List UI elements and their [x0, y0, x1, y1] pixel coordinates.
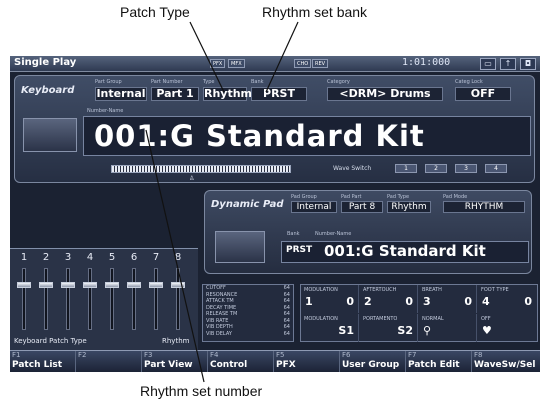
param-row[interactable]: VIB DELAY 64: [203, 331, 293, 338]
camera-icon[interactable]: ◘: [520, 58, 536, 70]
window-icon[interactable]: ▭: [480, 58, 496, 70]
keyboard-range-bar: [111, 165, 291, 173]
pad-mode-label: Pad Mode: [443, 194, 468, 200]
mixer-footer-value: Rhythm: [162, 337, 190, 345]
category-label: Category: [327, 79, 350, 85]
mfx-indicator: MFX: [228, 59, 245, 68]
pad-group-label: Pad Group: [291, 194, 317, 200]
f3-part-view-button[interactable]: F3 Part View: [142, 351, 208, 372]
bird-icon: ♥: [482, 324, 492, 337]
wave-switch-3[interactable]: 3: [455, 164, 477, 173]
pad-graphic-icon: [215, 231, 265, 263]
pad-group-field[interactable]: Internal: [291, 201, 337, 213]
pad-number-name-label: Number-Name: [315, 231, 352, 237]
rhythm-set-number: 001:G Standard Kit: [94, 119, 425, 153]
cho-indicator: CHO: [294, 59, 312, 68]
keyboard-marker-icon: ♙: [189, 175, 195, 182]
modulation-cell[interactable]: MODULATION 1 0: [301, 285, 359, 313]
keyboard-panel: Keyboard Part Group Internal Part Number…: [14, 75, 535, 183]
patch-number-name-label: Number-Name: [87, 108, 124, 114]
pad-part-field[interactable]: Part 8: [341, 201, 383, 213]
rev-indicator: REV: [312, 59, 329, 68]
callout-rhythm-number: Rhythm set number: [140, 383, 263, 399]
part-number-label: Part Number: [151, 79, 183, 85]
screen-title: Single Play: [14, 57, 77, 68]
rhythm-bank-field[interactable]: PRST: [251, 87, 307, 101]
modulation-switch-cell[interactable]: MODULATION S1: [301, 314, 359, 342]
song-position: 1:01:000: [402, 57, 451, 68]
mixer-channel[interactable]: 2: [36, 252, 56, 336]
up-arrow-icon[interactable]: ↑: [500, 58, 516, 70]
patch-name-field[interactable]: 001:G Standard Kit: [83, 116, 531, 156]
callout-patch-type: Patch Type: [120, 4, 190, 20]
wave-switch-4[interactable]: 4: [485, 164, 507, 173]
f4-control-button[interactable]: F4 Control: [208, 351, 274, 372]
keyboard-tag: Keyboard: [21, 85, 75, 96]
pad-type-label: Pad Type: [387, 194, 410, 200]
mixer-channel[interactable]: 5: [102, 252, 122, 336]
pfx-indicator: PFX: [210, 59, 226, 68]
wave-switch-1[interactable]: 1: [395, 164, 417, 173]
f1-patch-list-button[interactable]: F1 Patch List: [10, 351, 76, 372]
function-key-bar: F1 Patch List F2 F3 Part View F4 Control F5…: [10, 350, 540, 372]
categ-lock-label: Categ Lock: [455, 79, 483, 85]
mixer-channel[interactable]: 1: [14, 252, 34, 336]
patch-type-field[interactable]: Rhythm: [203, 87, 252, 101]
pad-mode-field[interactable]: RHYTHM: [443, 201, 525, 213]
tone-param-list: CUTOFF 64 RESONANCE 64 ATTACK TM 64 DECAY T…: [202, 284, 294, 342]
part-mixer: 1 2 3 4 5 6 7 8 Keyboard Patch Type Rhyt…: [10, 248, 198, 350]
part-group-field[interactable]: Internal: [95, 87, 147, 101]
mixer-footer-label: Keyboard Patch Type: [14, 337, 87, 345]
bank-label: Bank: [251, 79, 264, 85]
pad-patch-field[interactable]: PRST 001:G Standard Kit: [281, 241, 529, 263]
mixer-channel[interactable]: 7: [146, 252, 166, 336]
synth-display: Single Play PFX MFX CHO REV 1:01:000 ▭ ↑…: [10, 56, 540, 372]
categ-lock-field[interactable]: OFF: [455, 87, 511, 101]
type-label: Type: [203, 79, 215, 85]
f6-user-group-button[interactable]: F6 User Group: [340, 351, 406, 372]
off-cell[interactable]: OFF ♥: [478, 314, 536, 342]
pedal-icon: ⚲: [423, 324, 432, 337]
pad-bank-value: PRST: [286, 245, 313, 255]
aftertouch-cell[interactable]: AFTERTOUCH 2 0: [360, 285, 418, 313]
dynamic-pad-tag: Dynamic Pad: [211, 199, 284, 210]
foot-type-cell[interactable]: FOOT TYPE 4 0: [478, 285, 536, 313]
pad-part-label: Pad Part: [341, 194, 362, 200]
mixer-channel[interactable]: 4: [80, 252, 100, 336]
f5-pfx-button[interactable]: F5 PFX: [274, 351, 340, 372]
mixer-channel[interactable]: 8: [168, 252, 188, 336]
dynamic-pad-panel: Dynamic Pad Pad Group Internal Pad Part …: [204, 190, 532, 274]
keyboard-graphic-icon: [23, 118, 77, 152]
part-number-field[interactable]: Part 1: [151, 87, 199, 101]
category-field[interactable]: <DRM> Drums: [327, 87, 443, 101]
portamento-cell[interactable]: PORTAMENTO S2: [360, 314, 418, 342]
pad-type-field[interactable]: Rhythm: [387, 201, 431, 213]
mixer-channel[interactable]: 6: [124, 252, 144, 336]
mixer-channel[interactable]: 3: [58, 252, 78, 336]
normal-cell[interactable]: NORMAL ⚲: [419, 314, 477, 342]
wave-switch-2[interactable]: 2: [425, 164, 447, 173]
callout-rhythm-bank: Rhythm set bank: [262, 4, 368, 20]
f8-wavesw-sel-button[interactable]: F8 WaveSw/Sel: [472, 351, 540, 372]
manual-figure: Patch Type Rhythm set bank Rhythm set nu…: [0, 0, 542, 401]
breath-cell[interactable]: BREATH 3 0: [419, 285, 477, 313]
pad-patch-name: 001:G Standard Kit: [324, 242, 486, 260]
pad-bank-label: Bank: [287, 231, 300, 237]
f7-patch-edit-button[interactable]: F7 Patch Edit: [406, 351, 472, 372]
part-group-label: Part Group: [95, 79, 122, 85]
controller-assign-grid: MODULATION 1 0 AFTERTOUCH 2 0 BREATH 3 0…: [300, 284, 538, 342]
title-bar: Single Play PFX MFX CHO REV 1:01:000 ▭ ↑…: [10, 56, 540, 72]
f2-button[interactable]: F2: [76, 351, 142, 372]
wave-switch-label: Wave Switch: [333, 165, 372, 172]
